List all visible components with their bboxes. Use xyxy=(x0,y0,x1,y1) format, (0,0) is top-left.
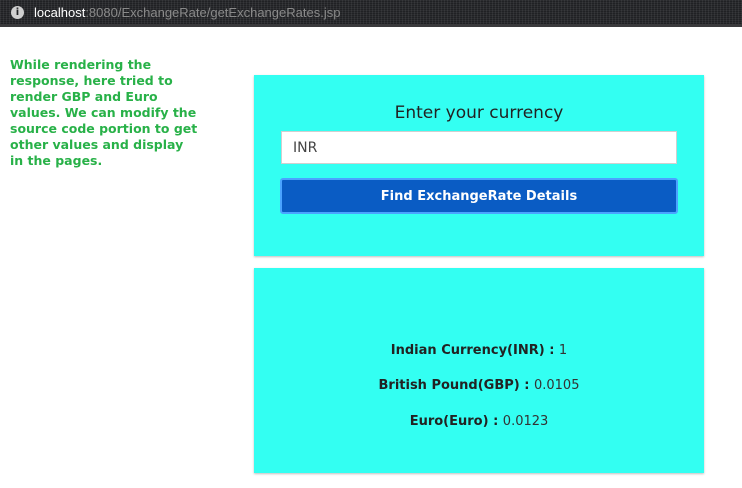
side-note: While rendering the response, here tried… xyxy=(10,57,198,168)
form-title: Enter your currency xyxy=(394,103,564,123)
url-host: localhost xyxy=(34,5,86,20)
currency-form-card: Enter your currency Find ExchangeRate De… xyxy=(254,75,704,256)
result-euro-value: 0.0123 xyxy=(502,414,549,429)
result-inr-label: Indian Currency(INR) : xyxy=(390,343,559,358)
url-field[interactable]: localhost:8080/ExchangeRate/getExchangeR… xyxy=(34,5,340,20)
result-inr-value: 1 xyxy=(558,343,568,358)
result-euro: Euro(Euro) : 0.0123 xyxy=(254,414,704,429)
exchange-rate-result-card: Indian Currency(INR) : 1 British Pound(G… xyxy=(254,268,704,473)
info-icon[interactable]: i xyxy=(11,6,24,19)
browser-address-bar: i localhost:8080/ExchangeRate/getExchang… xyxy=(0,0,742,27)
result-gbp-value: 0.0105 xyxy=(533,378,580,393)
currency-input[interactable] xyxy=(281,131,677,164)
url-path: :8080/ExchangeRate/getExchangeRates.jsp xyxy=(85,5,341,20)
result-gbp: British Pound(GBP) : 0.0105 xyxy=(254,378,704,393)
result-gbp-label: British Pound(GBP) : xyxy=(378,378,534,393)
find-exchange-rate-button[interactable]: Find ExchangeRate Details xyxy=(280,178,678,214)
address-bar-divider xyxy=(0,24,742,27)
result-euro-label: Euro(Euro) : xyxy=(409,414,503,429)
result-inr: Indian Currency(INR) : 1 xyxy=(254,343,704,358)
